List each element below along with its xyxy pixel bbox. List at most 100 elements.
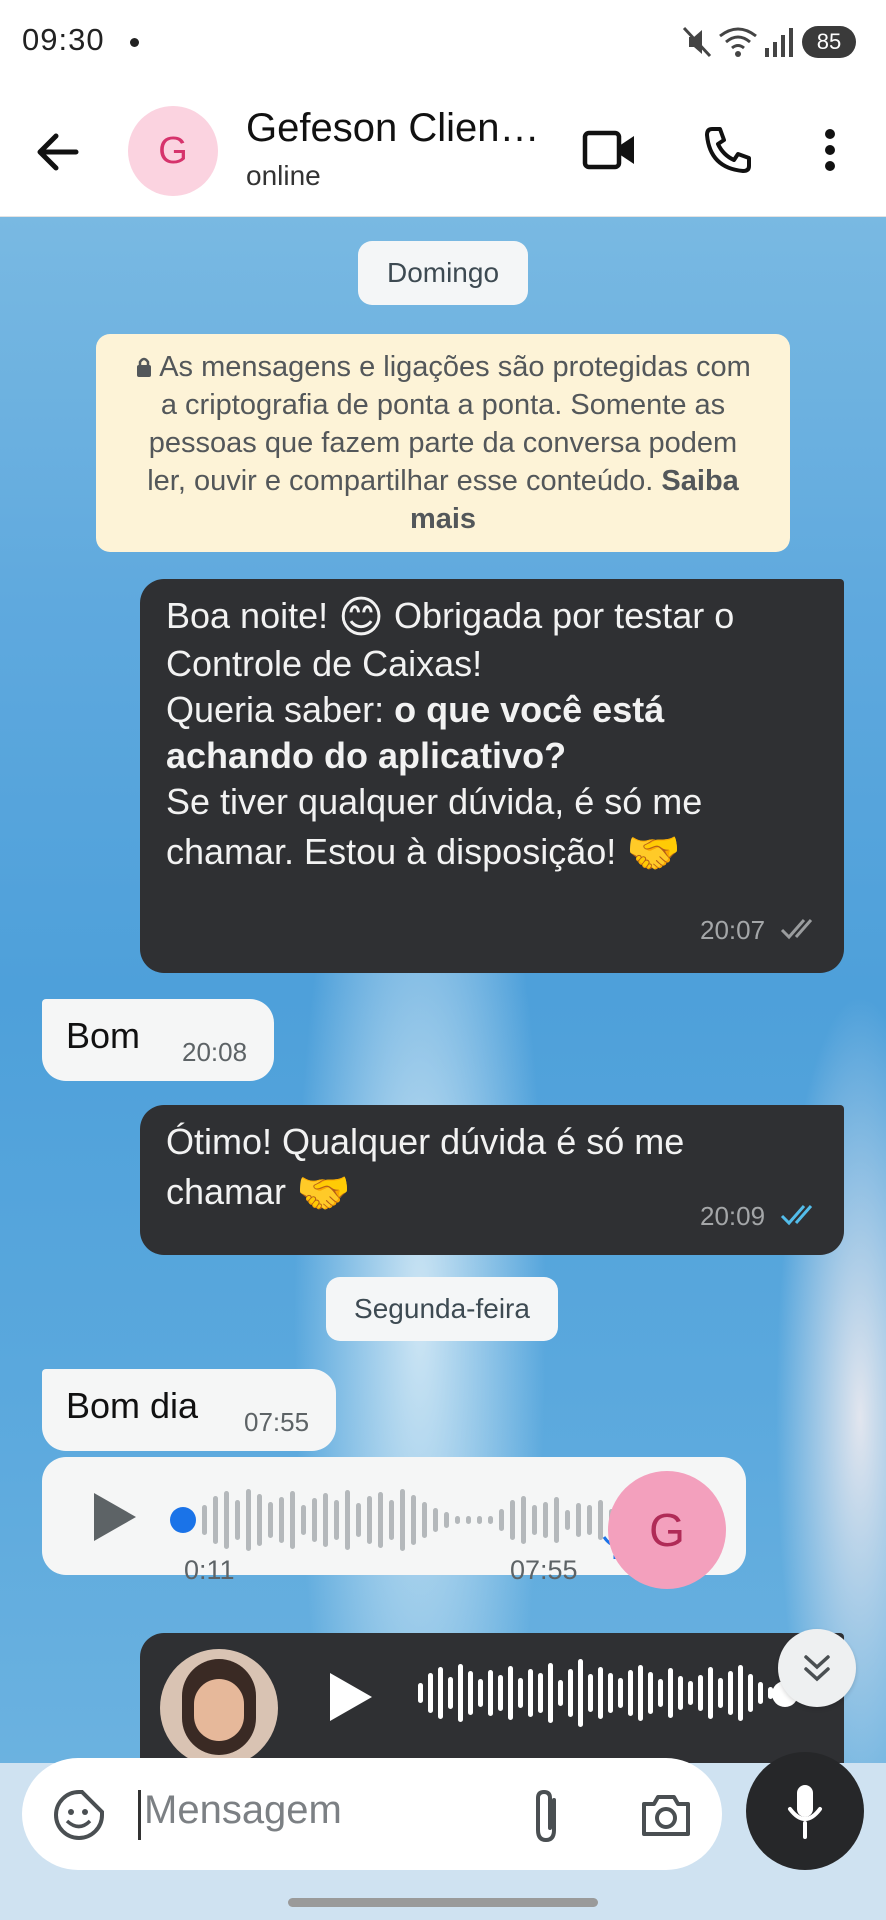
voice-message-incoming[interactable]: 0:11 07:55 G [42,1457,746,1589]
status-time: 09:30 [22,22,105,57]
scroll-to-bottom-button[interactable] [778,1629,856,1707]
waveform-bar [668,1668,673,1718]
lock-icon [137,357,152,377]
double-check-icon [780,919,813,940]
video-camera-icon [582,130,634,170]
message-time: 07:55 [244,1407,310,1437]
message-time: 20:07 [700,915,766,945]
waveform-bar [688,1681,693,1705]
waveform-bar [202,1505,207,1535]
avatar-letter: G [649,1504,685,1556]
message-bubble-outgoing[interactable]: Ótimo! Qualquer dúvida é só me chamar 🤝 … [140,1105,844,1255]
more-vert-icon [825,129,835,171]
waveform-bar [678,1676,683,1710]
waveform-bar [543,1502,548,1538]
waveform-bar [748,1674,753,1712]
waveform-bar [698,1675,703,1711]
message-input[interactable]: Mensagem [22,1758,722,1870]
audio-waveform[interactable] [418,1653,798,1733]
waveform-bar [758,1682,763,1704]
waveform-bar [508,1666,513,1720]
waveform-bar [477,1516,482,1524]
waveform-bar [638,1665,643,1721]
waveform-bar [400,1489,405,1551]
waveform-bar [499,1509,504,1531]
waveform-bar [488,1516,493,1524]
waveform-bar [246,1489,251,1551]
waveform-bar [290,1491,295,1549]
double-check-read-icon [780,1205,813,1226]
more-options-button[interactable] [800,118,860,182]
waveform-bar [558,1680,563,1706]
video-call-button[interactable] [578,118,642,182]
mute-icon [682,26,712,58]
chat-area[interactable]: Domingo As mensagens e ligações são prot… [0,217,886,1763]
attach-icon[interactable] [526,1786,566,1846]
waveform-bar [378,1492,383,1548]
waveform-bar [554,1497,559,1543]
waveform-bar [235,1500,240,1540]
sender-avatar: G [608,1471,726,1589]
text-cursor [138,1790,141,1840]
waveform-bar [718,1678,723,1708]
waveform-bar [468,1671,473,1715]
waveform-bar [576,1503,581,1537]
handshake-emoji: 🤝 [626,829,682,878]
back-button[interactable] [30,122,90,182]
date-chip-monday: Segunda-feira [326,1277,558,1341]
waveform-bar [598,1667,603,1719]
waveform-bar [444,1512,449,1528]
phone-icon [705,127,751,173]
waveform-bar [478,1679,483,1707]
sticker-icon[interactable] [52,1788,106,1842]
date-label: Domingo [386,257,500,288]
waveform-bar [356,1503,361,1537]
play-icon[interactable] [326,1669,376,1725]
battery-icon: 85 [802,26,856,58]
audio-waveform[interactable] [202,1485,622,1555]
waveform-bar [466,1516,471,1524]
message-text: Boa noite! 😊 Obrigada por testar o Contr… [166,593,735,878]
waveform-bar [411,1495,416,1545]
avatar-letter: G [158,129,188,172]
contact-avatar[interactable]: G [128,106,218,196]
arrow-left-icon [37,133,79,171]
waveform-bar [608,1673,613,1713]
message-time: 20:08 [182,1037,248,1067]
waveform-bar [323,1493,328,1547]
message-bubble-outgoing[interactable]: Boa noite! 😊 Obrigada por testar o Contr… [140,579,844,973]
message-bubble-incoming[interactable]: Bom dia 07:55 [42,1369,336,1451]
waveform-bar [433,1508,438,1532]
waveform-bar [334,1500,339,1540]
waveform-bar [213,1496,218,1544]
waveform-bar [568,1669,573,1717]
voice-call-button[interactable] [696,118,760,182]
message-bubble-incoming[interactable]: Bom 20:08 [42,999,274,1081]
camera-icon[interactable] [640,1792,692,1838]
encryption-notice[interactable]: As mensagens e ligações são protegidas c… [96,334,790,552]
waveform-bar [538,1673,543,1713]
home-indicator[interactable] [288,1898,598,1907]
waveform-bar [578,1659,583,1727]
contact-name[interactable]: Gefeson Client… [246,106,546,151]
waveform-bar [418,1683,423,1703]
audio-progress-thumb[interactable] [170,1507,196,1533]
waveform-bar [301,1505,306,1535]
waveform-bar [728,1671,733,1715]
double-chevron-down-icon [804,1655,830,1682]
waveform-bar [708,1667,713,1719]
waveform-bar [455,1516,460,1524]
waveform-bar [738,1665,743,1721]
waveform-bar [279,1497,284,1543]
message-text: Bom dia [66,1385,199,1426]
voice-message-outgoing[interactable] [140,1633,844,1763]
waveform-bar [345,1490,350,1550]
play-icon[interactable] [90,1489,140,1545]
audio-elapsed: 0:11 [184,1555,235,1585]
waveform-bar [548,1663,553,1723]
contact-status: online [246,160,321,191]
waveform-bar [312,1498,317,1542]
voice-record-button[interactable] [746,1752,864,1870]
waveform-bar [618,1678,623,1708]
waveform-bar [528,1669,533,1717]
